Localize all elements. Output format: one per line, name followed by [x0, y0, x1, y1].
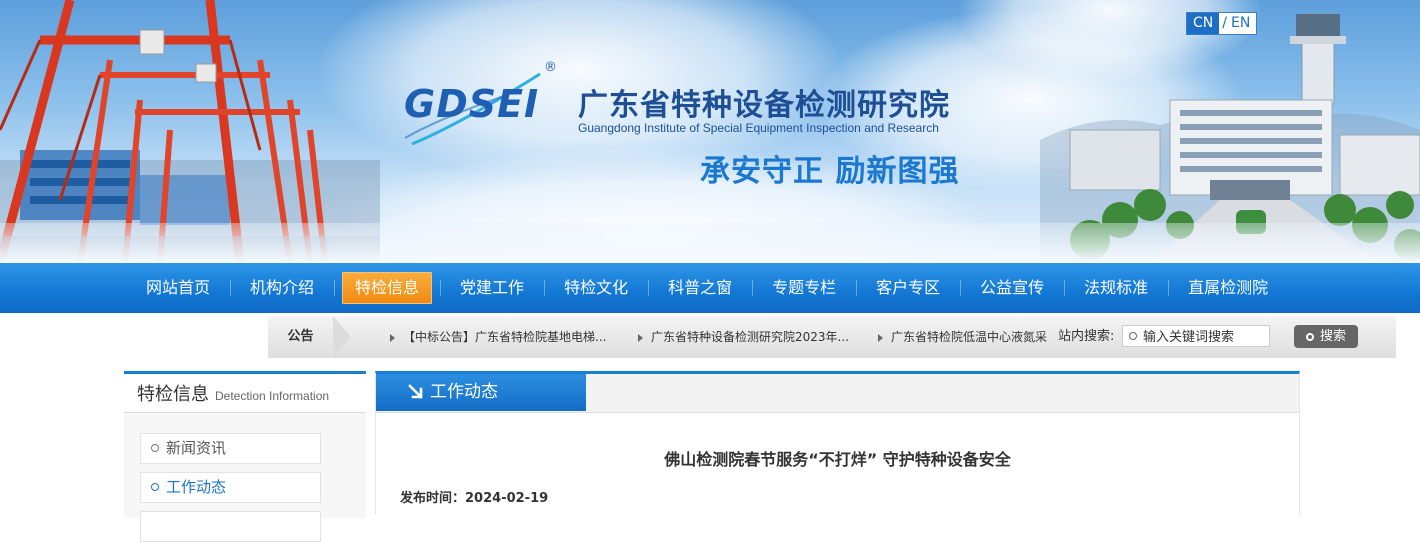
nav-item-home[interactable]: 网站首页 — [126, 263, 230, 313]
nav-item-label: 网站首页 — [146, 278, 211, 297]
notice-caption: 公告 — [268, 316, 351, 358]
nav-item-label: 直属检测院 — [1188, 278, 1269, 297]
bullet-icon — [151, 444, 159, 452]
notice-bar: 公告 【中标公告】广东省特检院基地电梯... 广东省特种设备检测研究院2023年… — [268, 316, 1396, 358]
nav-item-label: 特检信息 — [342, 272, 433, 304]
sidebar-subtitle: Detection Information — [215, 389, 330, 403]
nav-item-label: 法规标准 — [1084, 278, 1149, 297]
notice-link[interactable]: 广东省特检院低温中心液氮采 — [878, 316, 1047, 358]
banner-fade — [0, 223, 1420, 263]
caret-right-icon — [878, 333, 883, 342]
search-input[interactable] — [1122, 325, 1270, 347]
main-nav: 网站首页 机构介绍 特检信息 党建工作 特检文化 科普之窗 专题专栏 客户专区 … — [0, 263, 1420, 313]
sidebar-item-next[interactable] — [140, 511, 321, 542]
nav-item-inspection-info[interactable]: 特检信息 — [334, 263, 440, 313]
sidebar-item-news[interactable]: 新闻资讯 — [140, 433, 321, 464]
nav-item-science[interactable]: 科普之窗 — [648, 263, 752, 313]
publish-date: 2024-02-19 — [465, 491, 549, 506]
nav-item-party-building[interactable]: 党建工作 — [440, 263, 544, 313]
nav-item-label: 客户专区 — [876, 278, 941, 297]
nav-item-special-topics[interactable]: 专题专栏 — [752, 263, 856, 313]
article-meta: 发布时间：2024-02-19 — [400, 487, 548, 506]
lang-separator: / — [1222, 15, 1227, 31]
nav-item-about[interactable]: 机构介绍 — [230, 263, 334, 313]
nav-item-culture[interactable]: 特检文化 — [544, 263, 648, 313]
nav-item-label: 科普之窗 — [668, 278, 733, 297]
section-title: 工作动态 — [430, 382, 498, 402]
notice-link[interactable]: 【中标公告】广东省特检院基地电梯... — [390, 316, 606, 358]
notice-link-text: 广东省特种设备检测研究院2023年... — [651, 330, 849, 344]
main-content: 工作动态 佛山检测院春节服务“不打烊” 守护特种设备安全 发布时间：2024-0… — [375, 371, 1300, 515]
caret-right-icon — [638, 333, 643, 342]
search-button-label: 搜索 — [1319, 329, 1346, 344]
section-header: 工作动态 — [376, 374, 1299, 413]
lang-en-link[interactable]: EN — [1230, 13, 1256, 34]
logo-wordmark: GDSEI — [404, 82, 540, 126]
sidebar-item-label: 新闻资讯 — [166, 439, 227, 457]
sidebar-title: 特检信息 — [137, 384, 209, 405]
header-banner: GDSEI ® 广东省特种设备检测研究院 Guangdong Institute… — [0, 0, 1420, 263]
language-switcher: CN / EN — [1186, 12, 1258, 35]
registered-mark: ® — [544, 60, 557, 75]
arrow-down-right-icon — [408, 384, 423, 399]
nav-item-label: 机构介绍 — [250, 278, 315, 297]
nav-item-public-welfare[interactable]: 公益宣传 — [960, 263, 1064, 313]
search-button[interactable]: 搜索 — [1294, 325, 1358, 348]
notice-link-text: 广东省特检院低温中心液氮采 — [891, 330, 1048, 344]
org-name-cn: 广东省特种设备检测研究院 — [578, 88, 950, 123]
nav-item-affiliated[interactable]: 直属检测院 — [1168, 263, 1288, 313]
nav-item-regulations[interactable]: 法规标准 — [1064, 263, 1168, 313]
nav-item-label: 专题专栏 — [772, 278, 837, 297]
slogan: 承安守正 励新图强 — [700, 154, 960, 189]
article-title: 佛山检测院春节服务“不打烊” 守护特种设备安全 — [664, 450, 1011, 469]
caret-right-icon — [390, 333, 395, 342]
search-label: 站内搜索: — [1054, 316, 1115, 358]
bullet-icon — [151, 483, 159, 491]
search-icon — [1305, 333, 1314, 341]
org-name-en: Guangdong Institute of Special Equipment… — [578, 121, 939, 135]
notice-link-text: 【中标公告】广东省特检院基地电梯... — [403, 330, 607, 344]
lang-cn-link[interactable]: CN — [1187, 13, 1220, 34]
sidebar-item-work-updates[interactable]: 工作动态 — [140, 472, 321, 503]
nav-item-customer-zone[interactable]: 客户专区 — [856, 263, 960, 313]
nav-item-label: 公益宣传 — [980, 278, 1045, 297]
sidebar-header: 特检信息 Detection Information — [124, 374, 366, 413]
section-tab: 工作动态 — [376, 374, 586, 411]
sidebar: 特检信息 Detection Information 新闻资讯 工作动态 — [124, 371, 366, 542]
sidebar-item-label: 工作动态 — [166, 478, 227, 496]
notice-link[interactable]: 广东省特种设备检测研究院2023年... — [638, 316, 849, 358]
nav-item-label: 党建工作 — [460, 278, 525, 297]
nav-item-label: 特检文化 — [564, 278, 629, 297]
search-field-icon — [1129, 332, 1137, 340]
publish-label: 发布时间： — [400, 491, 466, 506]
